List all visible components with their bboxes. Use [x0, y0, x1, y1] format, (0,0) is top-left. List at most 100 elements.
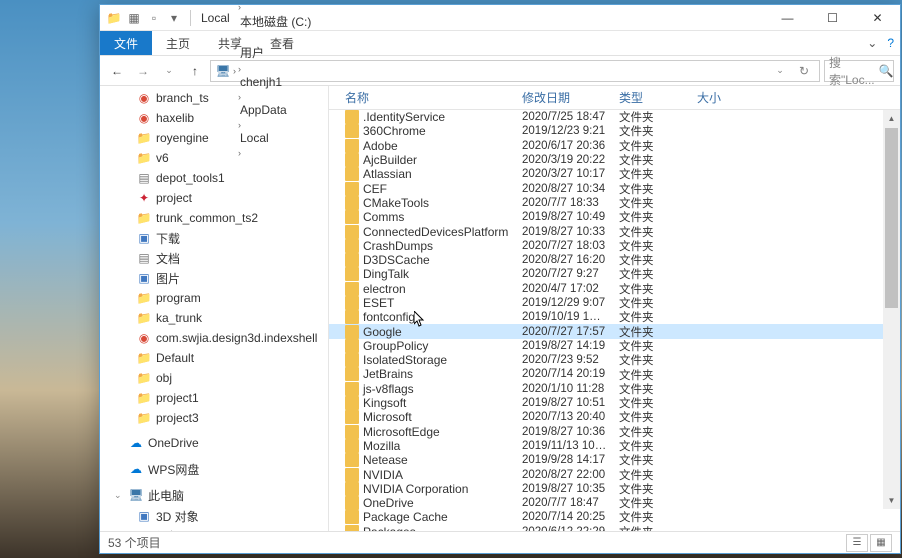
tree-item[interactable]: ✦project — [100, 188, 328, 208]
file-row[interactable]: ESET2019/12/29 9:07文件夹 — [329, 296, 900, 310]
file-row[interactable]: NVIDIA2020/8/27 22:00文件夹 — [329, 467, 900, 481]
tree-item[interactable]: ▣3D 对象 — [100, 506, 328, 526]
file-row[interactable]: NVIDIA Corporation2019/8/27 10:35文件夹 — [329, 482, 900, 496]
file-row[interactable]: Microsoft2020/7/13 20:40文件夹 — [329, 410, 900, 424]
file-row[interactable]: AjcBuilder2020/3/19 20:22文件夹 — [329, 153, 900, 167]
file-row[interactable]: Package Cache2020/7/14 20:25文件夹 — [329, 510, 900, 524]
file-date-cell: 2019/11/13 10:36 — [516, 440, 613, 452]
tree-item[interactable]: 📁project1 — [100, 388, 328, 408]
breadcrumb-item[interactable]: 本地磁盘 (C:) — [238, 13, 313, 30]
nav-back-button[interactable]: ← — [106, 60, 128, 82]
tree-expand-icon[interactable]: ⌄ — [114, 490, 124, 501]
tree-item[interactable]: 📁project3 — [100, 408, 328, 428]
ribbon-expand-icon[interactable]: ⌄ — [867, 36, 877, 50]
mix-icon: ✦ — [136, 190, 152, 206]
folder-icon — [345, 110, 359, 124]
file-row[interactable]: 360Chrome2019/12/23 9:21文件夹 — [329, 124, 900, 138]
qat-newfolder-icon[interactable]: ▫ — [146, 10, 162, 26]
file-row[interactable]: GroupPolicy2019/8/27 14:19文件夹 — [329, 339, 900, 353]
ribbon-tab-home[interactable]: 主页 — [152, 31, 204, 55]
chevron-right-icon[interactable]: › — [238, 33, 241, 43]
folder-icon — [345, 425, 359, 439]
tree-item[interactable]: ▣图片 — [100, 268, 328, 288]
address-bar[interactable]: 🖥 › 此电脑›本地磁盘 (C:)›用户›chenjh1›AppData›Loc… — [210, 60, 820, 82]
folder-icon — [345, 382, 359, 396]
tree-item[interactable]: 📁royengine — [100, 128, 328, 148]
addr-dropdown-icon[interactable]: ⌄ — [769, 60, 791, 82]
view-icons-button[interactable]: ▦ — [870, 534, 892, 552]
file-row[interactable]: DingTalk2020/7/27 9:27文件夹 — [329, 267, 900, 281]
tree-item[interactable]: ◉branch_ts — [100, 88, 328, 108]
help-icon[interactable]: ? — [887, 36, 894, 50]
titlebar: 📁 ▦ ▫ ▾ Local — ☐ ✕ — [100, 5, 900, 31]
ribbon-file-tab[interactable]: 文件 — [100, 31, 152, 55]
nav-tree[interactable]: ◉branch_ts◉haxelib📁royengine📁v6▤depot_to… — [100, 86, 329, 531]
file-list: 名称 修改日期 类型 大小 .IdentityService2020/7/25 … — [329, 86, 900, 531]
tree-item[interactable]: 📁program — [100, 288, 328, 308]
file-row[interactable]: electron2020/4/7 17:02文件夹 — [329, 282, 900, 296]
maximize-button[interactable]: ☐ — [810, 5, 855, 31]
qat-properties-icon[interactable]: ▦ — [126, 10, 142, 26]
chevron-right-icon[interactable]: › — [238, 64, 241, 74]
col-type[interactable]: 类型 — [613, 89, 691, 106]
tree-item[interactable]: 📁ka_trunk — [100, 308, 328, 328]
search-input[interactable]: 搜索"Loc... 🔍 — [824, 60, 894, 82]
tree-item[interactable]: 📁obj — [100, 368, 328, 388]
file-row[interactable]: CrashDumps2020/7/27 18:03文件夹 — [329, 239, 900, 253]
nav-forward-button[interactable]: → — [132, 60, 154, 82]
file-row[interactable]: Kingsoft2019/8/27 10:51文件夹 — [329, 396, 900, 410]
close-button[interactable]: ✕ — [855, 5, 900, 31]
file-row[interactable]: Mozilla2019/11/13 10:36文件夹 — [329, 439, 900, 453]
file-row[interactable]: Comms2019/8/27 10:49文件夹 — [329, 210, 900, 224]
tree-item[interactable]: ☁WPS网盘 — [100, 458, 328, 480]
chevron-right-icon[interactable]: › — [238, 2, 241, 12]
chevron-right-icon[interactable]: › — [233, 66, 236, 76]
file-row[interactable]: Packages2020/6/12 22:29文件夹 — [329, 525, 900, 531]
file-row[interactable]: CEF2020/8/27 10:34文件夹 — [329, 181, 900, 195]
tree-item[interactable]: ▤depot_tools1 — [100, 168, 328, 188]
nav-recent-button[interactable]: ⌄ — [158, 60, 180, 82]
tree-item[interactable]: 📁Default — [100, 348, 328, 368]
qat-dropdown-icon[interactable]: ▾ — [166, 10, 182, 26]
file-row[interactable]: MicrosoftEdge2019/8/27 10:36文件夹 — [329, 425, 900, 439]
breadcrumb-item[interactable]: 用户 — [238, 44, 313, 61]
file-row[interactable]: JetBrains2020/7/14 20:19文件夹 — [329, 367, 900, 381]
tree-item[interactable]: ⌄🖥此电脑 — [100, 484, 328, 506]
file-row[interactable]: ConnectedDevicesPlatform2019/8/27 10:33文… — [329, 224, 900, 238]
file-row[interactable]: D3DSCache2020/8/27 16:20文件夹 — [329, 253, 900, 267]
file-row[interactable]: .IdentityService2020/7/25 18:47文件夹 — [329, 110, 900, 124]
scroll-up-icon[interactable]: ▲ — [883, 110, 900, 127]
file-row[interactable]: OneDrive2020/7/7 18:47文件夹 — [329, 496, 900, 510]
folder-icon — [345, 239, 359, 253]
scroll-down-icon[interactable]: ▼ — [883, 492, 900, 509]
file-name-cell: js-v8flags — [339, 382, 516, 396]
nav-up-button[interactable]: ↑ — [184, 60, 206, 82]
col-size[interactable]: 大小 — [691, 89, 761, 106]
tree-item[interactable]: ▣下载 — [100, 228, 328, 248]
content-area: ◉branch_ts◉haxelib📁royengine📁v6▤depot_to… — [100, 86, 900, 531]
file-row[interactable]: Netease2019/9/28 14:17文件夹 — [329, 453, 900, 467]
tree-item[interactable]: ▤文档 — [100, 248, 328, 268]
tree-item[interactable]: ◉haxelib — [100, 108, 328, 128]
tree-item[interactable]: 📁trunk_common_ts2 — [100, 208, 328, 228]
tree-item[interactable]: ◉com.swjia.design3d.indexshell — [100, 328, 328, 348]
col-name[interactable]: 名称 — [339, 89, 516, 106]
scrollbar-thumb[interactable] — [885, 128, 898, 308]
folder-icon — [345, 325, 359, 339]
file-row[interactable]: Adobe2020/6/17 20:36文件夹 — [329, 139, 900, 153]
file-row[interactable]: CMakeTools2020/7/7 18:33文件夹 — [329, 196, 900, 210]
file-name-cell: fontconfig — [339, 310, 516, 324]
view-details-button[interactable]: ☰ — [846, 534, 868, 552]
file-row[interactable]: js-v8flags2020/1/10 11:28文件夹 — [329, 382, 900, 396]
file-name: D3DSCache — [363, 253, 430, 267]
scrollbar[interactable]: ▲ ▼ — [883, 110, 900, 509]
tree-item[interactable]: ☁OneDrive — [100, 432, 328, 454]
tree-item-label: WPS网盘 — [148, 461, 199, 478]
col-date[interactable]: 修改日期 — [516, 89, 613, 106]
minimize-button[interactable]: — — [765, 5, 810, 31]
file-row[interactable]: Atlassian2020/3/27 10:17文件夹 — [329, 167, 900, 181]
file-name: DingTalk — [363, 267, 409, 281]
refresh-icon[interactable]: ↻ — [793, 60, 815, 82]
tree-item[interactable]: 📁v6 — [100, 148, 328, 168]
file-row[interactable]: IsolatedStorage2020/7/23 9:52文件夹 — [329, 353, 900, 367]
